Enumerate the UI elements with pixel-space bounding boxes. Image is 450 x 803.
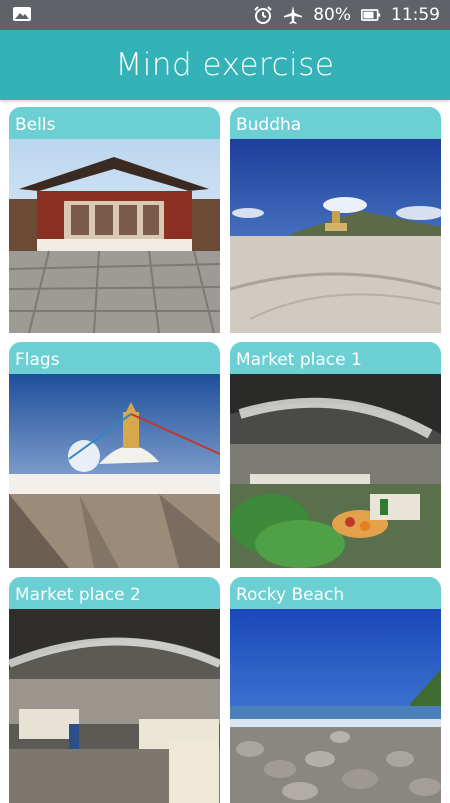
card-bells[interactable]: Bells xyxy=(9,107,220,333)
bells-thumbnail xyxy=(9,139,220,333)
card-buddha[interactable]: Buddha xyxy=(230,107,441,333)
rocky-beach-thumbnail xyxy=(230,609,441,803)
card-flags[interactable]: Flags xyxy=(9,342,220,568)
market-place-2-thumbnail xyxy=(9,609,220,803)
flags-thumbnail xyxy=(9,374,220,568)
card-market-place-2[interactable]: Market place 2 xyxy=(9,577,220,803)
page-title: Mind exercise xyxy=(115,47,335,83)
card-label: Buddha xyxy=(230,107,441,139)
airplane-icon xyxy=(284,6,303,24)
card-rocky-beach[interactable]: Rocky Beach xyxy=(230,577,441,803)
card-market-place-1[interactable]: Market place 1 xyxy=(230,342,441,568)
card-label: Market place 2 xyxy=(9,577,220,609)
status-bar: 80% 11:59 xyxy=(0,0,450,30)
buddha-thumbnail xyxy=(230,139,441,333)
card-label: Flags xyxy=(9,342,220,374)
card-label: Bells xyxy=(9,107,220,139)
image-icon xyxy=(13,7,31,21)
market-place-1-thumbnail xyxy=(230,374,441,568)
clock: 11:59 xyxy=(391,5,440,25)
battery-percent: 80% xyxy=(313,5,351,25)
card-label: Rocky Beach xyxy=(230,577,441,609)
alarm-icon xyxy=(254,6,272,24)
card-label: Market place 1 xyxy=(230,342,441,374)
battery-icon xyxy=(361,9,381,21)
exercise-grid: Bells Buddha Flags Market place 1 Market… xyxy=(9,107,441,803)
app-bar: Mind exercise xyxy=(0,30,450,100)
